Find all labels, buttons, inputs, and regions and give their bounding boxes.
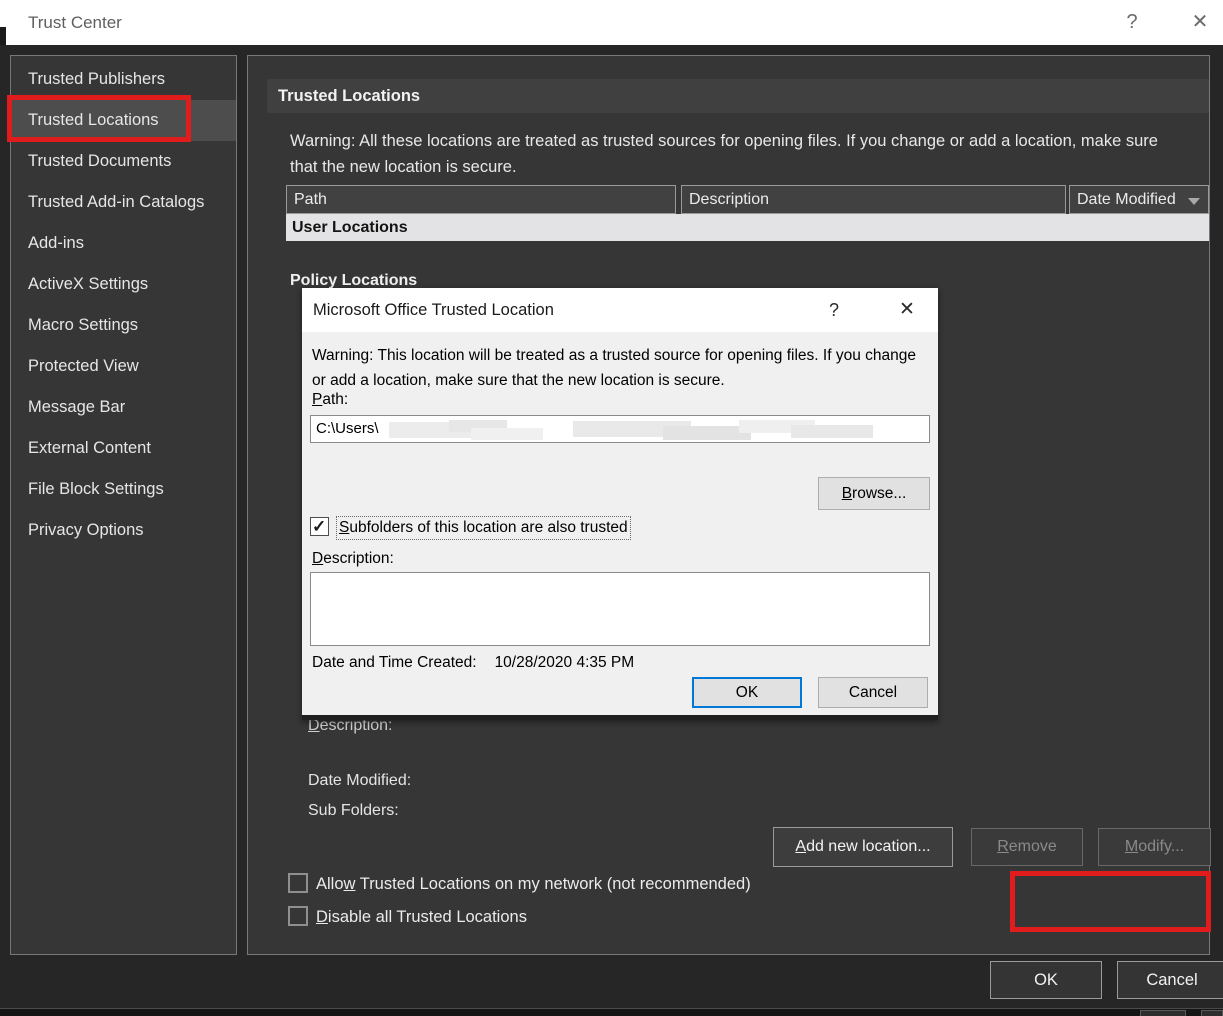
sub-folders-detail-label: Sub Folders: (308, 802, 399, 819)
disable-all-checkbox[interactable] (288, 906, 308, 926)
help-icon[interactable]: ? (1110, 0, 1154, 45)
date-modified-detail-label: Date Modified: (308, 772, 412, 789)
redacted-text (471, 428, 543, 440)
sidebar-item-privacy-options[interactable]: Privacy Options (11, 510, 236, 551)
sidebar-item-list: Trusted Publishers Trusted Locations Trust… (11, 59, 236, 551)
close-icon[interactable]: ✕ (1178, 0, 1222, 45)
allow-network-checkbox[interactable] (288, 873, 308, 893)
sidebar-item-file-block-settings[interactable]: File Block Settings (11, 469, 236, 510)
column-header-description[interactable]: Description (681, 185, 1066, 214)
warning-text: Warning: All these locations are treated… (290, 132, 1158, 176)
page-title: Trusted Locations (267, 79, 1209, 113)
sidebar-item-trusted-publishers[interactable]: Trusted Publishers (11, 59, 236, 100)
description-input[interactable] (310, 572, 930, 646)
sidebar-item-add-ins[interactable]: Add-ins (11, 223, 236, 264)
dialog-warning-text: Warning: This location will be treated a… (312, 347, 916, 389)
path-input[interactable]: C:\Users\ (310, 415, 930, 443)
trusted-location-dialog: Microsoft Office Trusted Location ? ✕ Wa… (302, 288, 938, 720)
add-new-location-button[interactable]: Add new location... (773, 827, 953, 867)
sidebar-item-message-bar[interactable]: Message Bar (11, 387, 236, 428)
remove-button: Remove (971, 828, 1083, 866)
dialog-help-icon[interactable]: ? (814, 288, 854, 332)
sidebar-item-trusted-add-in-catalogs[interactable]: Trusted Add-in Catalogs (11, 182, 236, 223)
date-created-label: Date and Time Created: (312, 654, 477, 671)
background-window-edge (0, 1008, 1223, 1016)
sidebar-item-external-content[interactable]: External Content (11, 428, 236, 469)
date-created-value: 10/28/2020 4:35 PM (494, 654, 635, 671)
dialog-body: Warning: This location will be treated a… (302, 332, 938, 715)
dialog-cancel-button[interactable]: Cancel (818, 677, 928, 708)
sidebar-item-activex-settings[interactable]: ActiveX Settings (11, 264, 236, 305)
ok-button[interactable]: OK (990, 961, 1102, 999)
annotation-highlight-add-new-location (1010, 871, 1211, 932)
dialog-path-label: Path: (312, 391, 349, 408)
path-value: C:\Users\ (316, 420, 379, 437)
sidebar-item-protected-view[interactable]: Protected View (11, 346, 236, 387)
dialog-description-label: Description: (312, 550, 394, 567)
redacted-text (791, 425, 873, 438)
background-artifact (1201, 1010, 1223, 1016)
background-artifact (1140, 1010, 1186, 1016)
redacted-text (663, 426, 751, 440)
browse-button[interactable]: Browse... (818, 477, 930, 510)
titlebar: Trust Center ? ✕ (0, 0, 1223, 45)
sidebar: Trusted Publishers Trusted Locations Trust… (10, 55, 237, 955)
sidebar-item-trusted-documents[interactable]: Trusted Documents (11, 141, 236, 182)
modify-button: Modify... (1098, 828, 1211, 866)
dialog-close-icon[interactable]: ✕ (887, 288, 927, 332)
column-header-label: Date Modified (1077, 191, 1176, 208)
dialog-ok-button[interactable]: OK (692, 677, 802, 708)
cancel-button[interactable]: Cancel (1117, 961, 1223, 999)
sort-descending-icon (1188, 198, 1200, 205)
subfolders-label[interactable]: Subfolders of this location are also tru… (336, 516, 631, 540)
column-header-date-modified[interactable]: Date Modified (1069, 185, 1209, 214)
disable-all-label[interactable]: Disable all Trusted Locations (316, 906, 527, 928)
window-title: Trust Center (28, 13, 122, 32)
subfolders-checkbox[interactable] (310, 517, 329, 537)
column-header-path[interactable]: Path (286, 185, 676, 214)
dialog-titlebar: Microsoft Office Trusted Location ? ✕ (302, 288, 938, 332)
background-artifact (0, 27, 6, 45)
sidebar-item-trusted-locations[interactable]: Trusted Locations (11, 100, 236, 141)
dialog-title: Microsoft Office Trusted Location (313, 301, 554, 319)
date-created-row: Date and Time Created: 10/28/2020 4:35 P… (312, 654, 634, 672)
allow-network-label[interactable]: Allow Trusted Locations on my network (n… (316, 873, 751, 895)
table-group-user-locations: User Locations (286, 214, 1209, 241)
sidebar-item-macro-settings[interactable]: Macro Settings (11, 305, 236, 346)
